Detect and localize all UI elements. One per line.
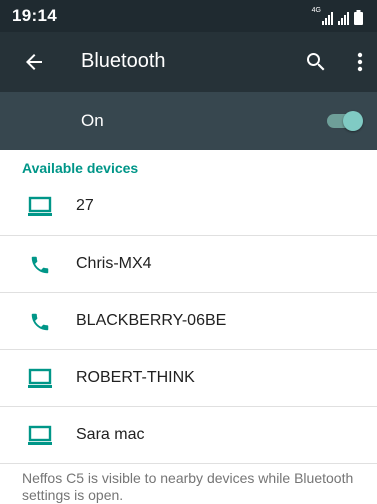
signal-icon (322, 12, 333, 25)
more-vert-icon[interactable] (350, 50, 370, 74)
device-name: Chris-MX4 (76, 255, 152, 272)
list-item[interactable]: ROBERT-THINK (0, 350, 377, 406)
device-name: 27 (76, 197, 94, 214)
list-item[interactable]: Sara mac (0, 407, 377, 463)
switch-state-label: On (81, 111, 104, 130)
device-name: Sara mac (76, 426, 145, 443)
visibility-info-text: Neffos C5 is visible to nearby devices w… (22, 470, 354, 503)
list-item[interactable]: 27 (0, 178, 377, 234)
toggle-thumb (343, 111, 363, 131)
divider (0, 463, 377, 464)
bluetooth-master-switch-row[interactable]: On (0, 92, 377, 150)
page-title: Bluetooth (81, 50, 166, 72)
network-type-label: 4G (311, 7, 321, 14)
bluetooth-toggle[interactable] (327, 111, 363, 131)
laptop-icon (28, 196, 52, 216)
arrow-back-icon[interactable] (22, 50, 46, 74)
battery-icon (354, 10, 363, 25)
phone-icon (31, 256, 49, 274)
app-toolbar: Bluetooth (0, 32, 377, 92)
status-icons: 4G (312, 7, 363, 25)
list-item[interactable]: Chris-MX4 (0, 236, 377, 292)
signal-icon-secondary (338, 12, 349, 25)
phone-icon (31, 313, 49, 331)
available-devices-header: Available devices (22, 160, 139, 176)
device-name: BLACKBERRY-06BE (76, 312, 227, 329)
device-name: ROBERT-THINK (76, 369, 195, 386)
laptop-icon (28, 368, 52, 388)
laptop-icon (28, 425, 52, 445)
search-icon[interactable] (304, 50, 328, 74)
status-time: 19:14 (12, 6, 57, 25)
status-bar: 19:14 4G (0, 0, 377, 32)
list-item[interactable]: BLACKBERRY-06BE (0, 293, 377, 349)
